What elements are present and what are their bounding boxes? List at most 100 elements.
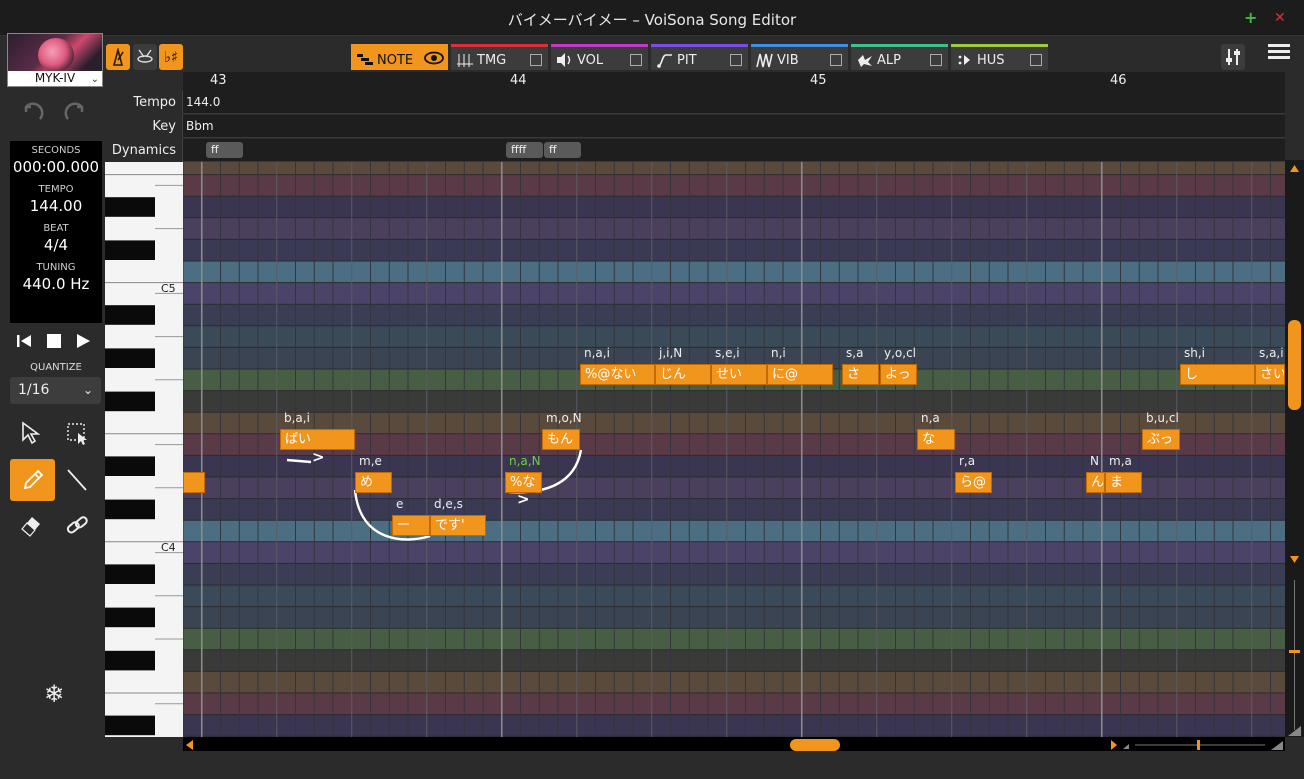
dynamics-marker[interactable]: ff xyxy=(206,142,243,158)
visibility-eye-icon[interactable] xyxy=(424,50,444,70)
quantize-select[interactable]: 1/16 ⌄ xyxy=(10,377,101,404)
black-key[interactable] xyxy=(105,391,155,412)
select-tool-button[interactable] xyxy=(14,416,48,450)
dynamics-marker[interactable]: ff xyxy=(544,142,581,158)
note[interactable]: です' xyxy=(430,515,486,536)
pitch-row[interactable] xyxy=(183,693,1285,715)
key-signature-button[interactable]: ♭♯ xyxy=(159,44,183,70)
range-select-tool-button[interactable] xyxy=(60,416,94,450)
avatar[interactable]: MYK-IV ⌄ xyxy=(7,33,103,87)
tab-vol[interactable]: VOL xyxy=(551,44,648,70)
line-tool-button[interactable] xyxy=(60,462,94,496)
black-key[interactable] xyxy=(105,499,155,520)
black-key[interactable] xyxy=(105,197,155,217)
note[interactable]: ぶっ xyxy=(1142,429,1180,450)
add-window-button[interactable]: + xyxy=(1244,8,1257,27)
tab-tmg-checkbox[interactable] xyxy=(530,54,542,66)
tempo-track-value[interactable]: 144.0 xyxy=(186,95,220,109)
note[interactable]: ん xyxy=(1086,472,1105,493)
pencil-tool-button[interactable] xyxy=(10,459,55,501)
phoneme-label: m,e xyxy=(359,454,382,468)
pitch-row[interactable] xyxy=(183,520,1285,542)
black-key[interactable] xyxy=(105,715,155,736)
tab-alp[interactable]: ALP xyxy=(851,44,948,70)
tab-hus[interactable]: HUS xyxy=(951,44,1048,70)
pitch-row[interactable] xyxy=(183,162,1285,175)
note[interactable]: ら@ xyxy=(955,472,992,493)
black-key[interactable] xyxy=(105,456,155,476)
tab-vib[interactable]: VIB xyxy=(751,44,848,70)
main-menu-button[interactable] xyxy=(1266,42,1292,62)
tab-note[interactable]: NOTE xyxy=(351,44,448,70)
pitch-row[interactable] xyxy=(183,174,1285,197)
note[interactable]: ばい xyxy=(280,429,355,450)
eraser-tool-button[interactable] xyxy=(14,508,48,542)
phoneme-label: s,a,i xyxy=(1259,346,1284,360)
undo-button[interactable] xyxy=(20,100,44,124)
pitch-row[interactable] xyxy=(183,304,1285,326)
tab-alp-checkbox[interactable] xyxy=(930,54,942,66)
tab-hus-checkbox[interactable] xyxy=(1030,54,1042,66)
note[interactable] xyxy=(183,472,205,493)
pitch-row[interactable] xyxy=(183,671,1285,693)
black-key[interactable] xyxy=(105,650,155,671)
pitch-row[interactable] xyxy=(183,282,1285,305)
pitch-row[interactable] xyxy=(183,585,1285,607)
note[interactable]: ま xyxy=(1105,472,1142,493)
pitch-row[interactable] xyxy=(183,541,1285,564)
key-track[interactable] xyxy=(105,115,1285,138)
note[interactable]: %@ない xyxy=(580,364,655,385)
note[interactable]: め xyxy=(355,472,392,493)
tab-tmg[interactable]: TMG xyxy=(451,44,548,70)
pitch-row[interactable] xyxy=(183,196,1285,218)
note[interactable]: し xyxy=(1180,364,1255,385)
black-key[interactable] xyxy=(105,607,155,628)
note[interactable]: な xyxy=(917,429,955,450)
pitch-row[interactable] xyxy=(183,498,1285,521)
play-button[interactable] xyxy=(74,332,92,350)
metronome-button[interactable] xyxy=(106,44,130,70)
note[interactable]: せい xyxy=(711,364,767,385)
pitch-row[interactable] xyxy=(183,239,1285,261)
tab-vib-checkbox[interactable] xyxy=(830,54,842,66)
rewind-button[interactable] xyxy=(14,332,34,350)
tab-hus-label: HUS xyxy=(977,53,1005,68)
dynamics-marker[interactable]: ffff xyxy=(506,142,543,158)
tempo-track[interactable] xyxy=(105,91,1285,114)
pitch-row[interactable] xyxy=(183,217,1285,240)
vertical-scrollbar[interactable] xyxy=(1285,160,1304,737)
note[interactable]: ー xyxy=(392,515,430,536)
pitch-row[interactable] xyxy=(183,628,1285,650)
link-tool-button[interactable] xyxy=(60,508,94,542)
note[interactable]: もん xyxy=(542,429,580,450)
freeze-button[interactable]: ❄ xyxy=(38,678,70,710)
measure-ruler[interactable]: 43 44 45 46 xyxy=(183,72,1285,91)
pitch-row[interactable] xyxy=(183,390,1285,413)
pitch-row[interactable] xyxy=(183,325,1285,348)
pitch-row[interactable] xyxy=(183,649,1285,672)
black-key[interactable] xyxy=(105,564,155,584)
horizontal-scrollbar[interactable] xyxy=(183,737,1285,751)
black-key[interactable] xyxy=(105,348,155,368)
mixer-button[interactable] xyxy=(1221,44,1245,70)
note[interactable]: さい xyxy=(1255,364,1285,385)
note[interactable]: じん xyxy=(655,364,711,385)
pitch-row[interactable] xyxy=(183,714,1285,737)
pitch-row[interactable] xyxy=(183,261,1285,283)
tab-pit[interactable]: PIT xyxy=(651,44,748,70)
pitch-row[interactable] xyxy=(183,606,1285,629)
close-window-button[interactable]: ✕ xyxy=(1274,10,1286,26)
note[interactable]: に@ xyxy=(767,364,833,385)
redo-button[interactable] xyxy=(64,100,88,124)
pitch-row[interactable] xyxy=(183,563,1285,585)
tab-pit-checkbox[interactable] xyxy=(730,54,742,66)
key-track-value[interactable]: Bbm xyxy=(186,119,214,133)
black-key[interactable] xyxy=(105,305,155,325)
tab-vol-checkbox[interactable] xyxy=(630,54,642,66)
stop-button[interactable] xyxy=(45,332,63,350)
dynamics-track[interactable] xyxy=(105,139,1285,162)
note[interactable]: よっ xyxy=(880,364,917,385)
note[interactable]: さ xyxy=(842,364,879,385)
black-key[interactable] xyxy=(105,240,155,260)
drum-button[interactable] xyxy=(133,44,157,70)
